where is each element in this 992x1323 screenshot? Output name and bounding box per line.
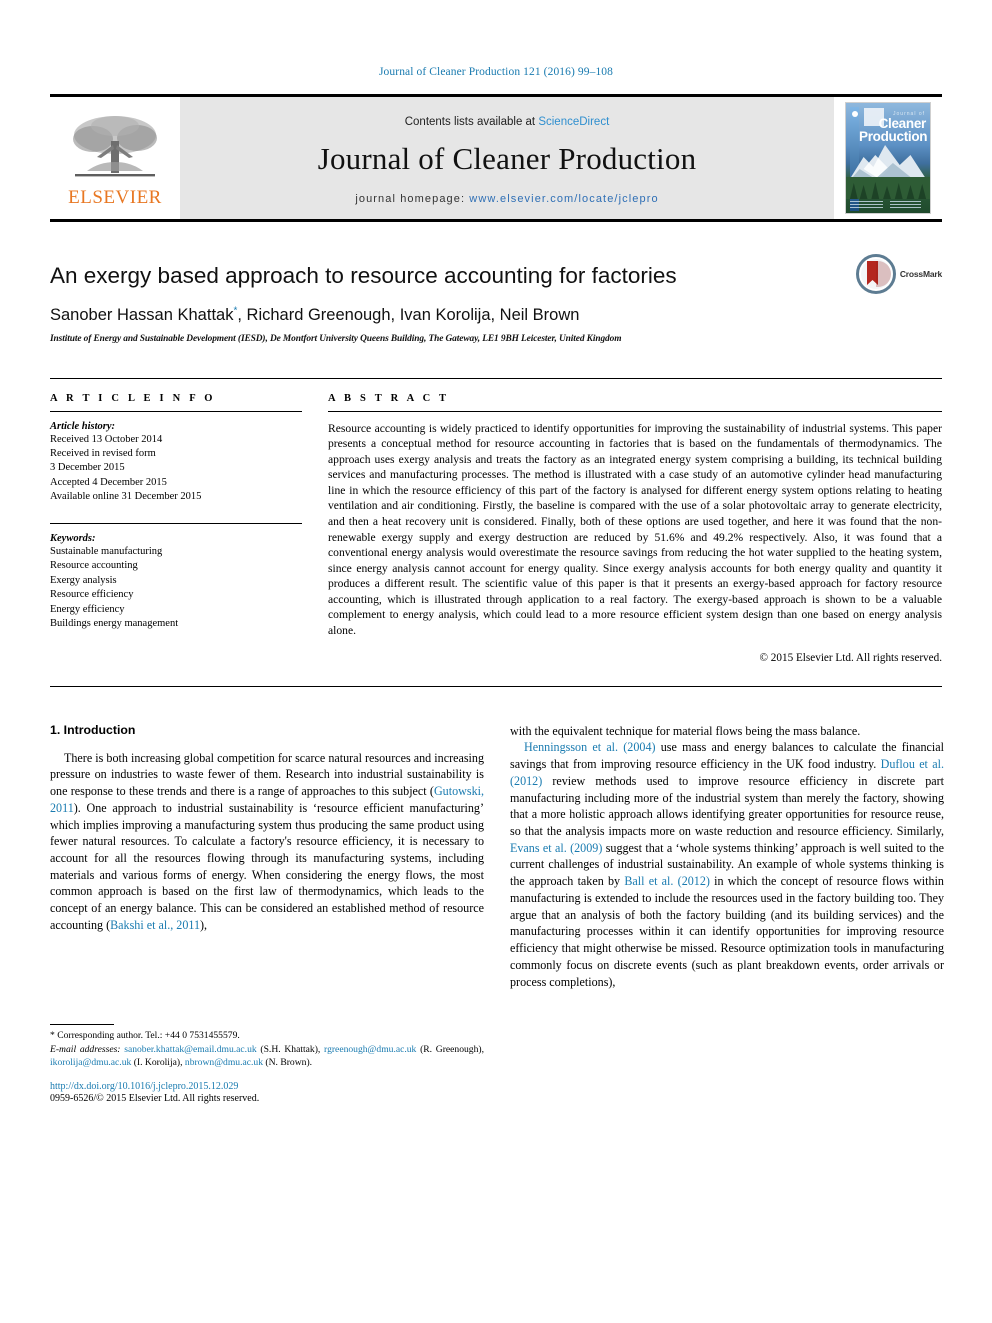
citation-ball-2012[interactable]: Ball et al. (2012) — [624, 874, 710, 888]
abstract-rule — [328, 410, 942, 412]
sciencedirect-link[interactable]: ScienceDirect — [538, 116, 609, 128]
masthead-center: Contents lists available at ScienceDirec… — [180, 97, 834, 219]
contents-prefix: Contents lists available at — [404, 115, 539, 128]
title-block: CrossMark An exergy based approach to re… — [50, 254, 942, 344]
abstract-column: A B S T R A C T Resource accounting is w… — [328, 393, 942, 664]
corresponding-author-marker: * — [233, 305, 238, 316]
article-history-label: Article history: — [50, 420, 116, 432]
history-item: Available online 31 December 2015 — [50, 491, 202, 503]
keywords-rule — [50, 522, 302, 524]
keyword-item: Energy efficiency — [50, 603, 125, 615]
intro-text-a: There is both increasing global competit… — [50, 750, 484, 799]
article-info-column: A R T I C L E I N F O Article history: R… — [50, 393, 302, 664]
right-text-c: review methods used to improve resource … — [510, 773, 944, 838]
intro-paragraph-right: Henningsson et al. (2004) use mass and e… — [510, 739, 944, 990]
body-column-left: 1. Introduction There is both increasing… — [50, 723, 484, 1104]
keyword-item: Resource efficiency — [50, 589, 134, 601]
email-link-greenough[interactable]: rgreenough@dmu.ac.uk — [324, 1044, 416, 1055]
crossmark-icon — [855, 254, 896, 294]
copyright-line: © 2015 Elsevier Ltd. All rights reserved… — [759, 651, 943, 664]
issn-copyright-line: 0959-6526/© 2015 Elsevier Ltd. All right… — [50, 1092, 260, 1104]
intro-text-b: ). One approach to industrial sustainabi… — [50, 800, 484, 932]
email-addresses-label: E-mail addresses: — [50, 1043, 121, 1055]
email-owner-brown: (N. Brown). — [265, 1057, 313, 1069]
journal-homepage-line: journal homepage: www.elsevier.com/locat… — [355, 193, 658, 205]
crossmark-badge[interactable]: CrossMark — [855, 254, 942, 294]
history-item: Received 13 October 2014 — [50, 433, 163, 445]
cover-footer-lines — [850, 200, 926, 211]
author-list: Sanober Hassan Khattak*, Richard Greenou… — [50, 305, 942, 325]
keyword-item: Exergy analysis — [50, 574, 117, 586]
history-item: Accepted 4 December 2015 — [50, 476, 167, 488]
corresponding-author-note: * Corresponding author. Tel.: +44 0 7531… — [50, 1030, 240, 1042]
intro-text-c: ), — [200, 917, 208, 932]
article-info-heading: A R T I C L E I N F O — [50, 392, 216, 404]
body-columns: 1. Introduction There is both increasing… — [50, 723, 944, 1104]
contents-lists-line: Contents lists available at ScienceDirec… — [405, 116, 610, 128]
footnote-rule — [50, 1024, 114, 1026]
affiliation: Institute of Energy and Sustainable Deve… — [50, 333, 622, 344]
section-title-introduction: 1. Introduction — [50, 722, 136, 737]
paper-page: Journal of Cleaner Production 121 (2016)… — [0, 0, 992, 1323]
journal-masthead: ELSEVIER Contents lists available at Sci… — [50, 94, 942, 222]
cover-spine-dot — [851, 111, 858, 117]
email-link-brown[interactable]: nbrown@dmu.ac.uk — [185, 1057, 263, 1068]
abstract-text: Resource accounting is widely practiced … — [328, 421, 942, 638]
email-owner-greenough: (R. Greenough), — [420, 1043, 484, 1055]
citation-henningsson-2004[interactable]: Henningsson et al. (2004) — [524, 740, 656, 754]
email-link-khattak[interactable]: sanober.khattak@email.dmu.ac.uk — [124, 1044, 256, 1055]
email-owner-korolija: (I. Korolija), — [133, 1057, 183, 1069]
citation-bakshi-2011[interactable]: Bakshi et al., 2011 — [110, 918, 200, 932]
body-column-right: with the equivalent technique for materi… — [510, 723, 944, 1104]
abstract-heading: A B S T R A C T — [328, 392, 450, 404]
elsevier-logo: ELSEVIER — [50, 97, 180, 219]
keyword-item: Sustainable manufacturing — [50, 545, 163, 557]
journal-title: Journal of Cleaner Production — [317, 140, 697, 176]
history-item: Received in revised form — [50, 447, 156, 459]
footnote-block: * Corresponding author. Tel.: +44 0 7531… — [50, 1024, 484, 1104]
homepage-prefix: journal homepage: — [355, 192, 470, 205]
keyword-item: Resource accounting — [50, 560, 138, 572]
right-text-e: in which the concept of resource flows w… — [510, 874, 944, 989]
email-owner-khattak: (S.H. Khattak), — [260, 1043, 321, 1055]
citation-evans-2009[interactable]: Evans et al. (2009) — [510, 841, 602, 855]
email-addresses-note: E-mail addresses: sanober.khattak@email.… — [50, 1043, 484, 1070]
running-head: Journal of Cleaner Production 121 (2016)… — [378, 66, 614, 78]
email-link-korolija[interactable]: ikorolija@dmu.ac.uk — [50, 1057, 131, 1068]
doi-link[interactable]: http://dx.doi.org/10.1016/j.jclepro.2015… — [50, 1081, 484, 1092]
elsevier-wordmark: ELSEVIER — [68, 187, 162, 208]
page-title: An exergy based approach to resource acc… — [50, 263, 677, 288]
article-info-rule — [50, 410, 302, 412]
keywords-label: Keywords: — [50, 532, 96, 544]
intro-paragraph-right-continued: with the equivalent technique for materi… — [510, 723, 861, 738]
info-abstract-band: A R T I C L E I N F O Article history: R… — [50, 377, 942, 664]
homepage-url-link[interactable]: www.elsevier.com/locate/jclepro — [469, 193, 658, 205]
band-bottom-rule — [50, 685, 942, 687]
elsevier-tree-icon — [73, 116, 157, 177]
journal-cover-thumbnail: Journal of Cleaner Production — [845, 102, 931, 214]
author-names: Sanober Hassan Khattak*, Richard Greenou… — [50, 305, 580, 324]
masthead-right: Journal of Cleaner Production — [834, 97, 942, 219]
cover-trees-illustration — [846, 177, 930, 199]
intro-paragraph-left: There is both increasing global competit… — [50, 750, 484, 934]
keyword-item: Buildings energy management — [50, 618, 179, 630]
history-item: 3 December 2015 — [50, 462, 125, 474]
crossmark-label: CrossMark — [899, 269, 942, 279]
